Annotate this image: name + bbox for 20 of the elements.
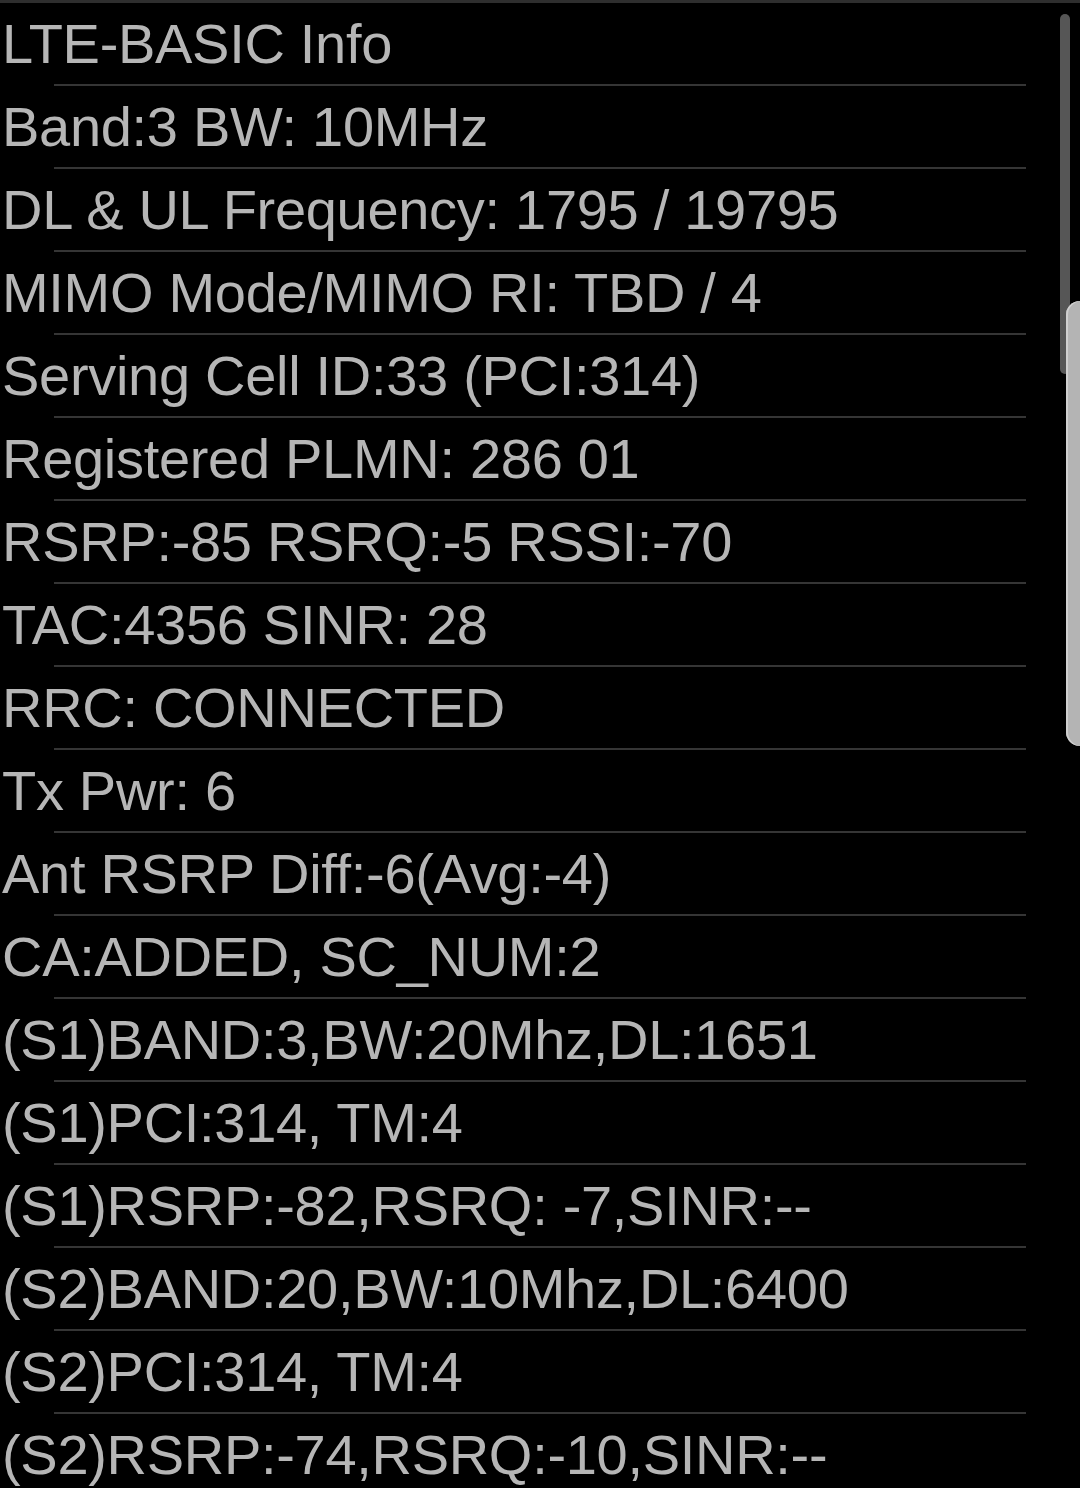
info-text: RSRP:-85 RSRQ:-5 RSSI:-70 [2, 509, 733, 574]
edge-panel-handle[interactable] [1066, 301, 1080, 746]
info-text: (S1)RSRP:-82,RSRQ: -7,SINR:-- [2, 1173, 812, 1238]
section-title: LTE-BASIC Info [2, 11, 392, 76]
info-text: Serving Cell ID:33 (PCI:314) [2, 343, 701, 408]
info-text: (S2)PCI:314, TM:4 [2, 1339, 463, 1404]
info-text: DL & UL Frequency: 1795 / 19795 [2, 177, 839, 242]
info-text: (S1)PCI:314, TM:4 [2, 1090, 463, 1155]
info-text: Registered PLMN: 286 01 [2, 426, 640, 491]
info-text: (S2)BAND:20,BW:10Mhz,DL:6400 [2, 1256, 849, 1321]
info-text: (S2)RSRP:-74,RSRQ:-10,SINR:-- [2, 1422, 828, 1487]
info-text: Ant RSRP Diff:-6(Avg:-4) [2, 841, 612, 906]
scrollbar-thumb[interactable] [1060, 14, 1070, 374]
info-text: Tx Pwr: 6 [2, 758, 236, 823]
info-text: TAC:4356 SINR: 28 [2, 592, 488, 657]
info-text: MIMO Mode/MIMO RI: TBD / 4 [2, 260, 762, 325]
info-text: (S1)BAND:3,BW:20Mhz,DL:1651 [2, 1007, 818, 1072]
info-text: Band:3 BW: 10MHz [2, 94, 488, 159]
info-text: RRC: CONNECTED [2, 675, 505, 740]
info-text: CA:ADDED, SC_NUM:2 [2, 924, 601, 989]
